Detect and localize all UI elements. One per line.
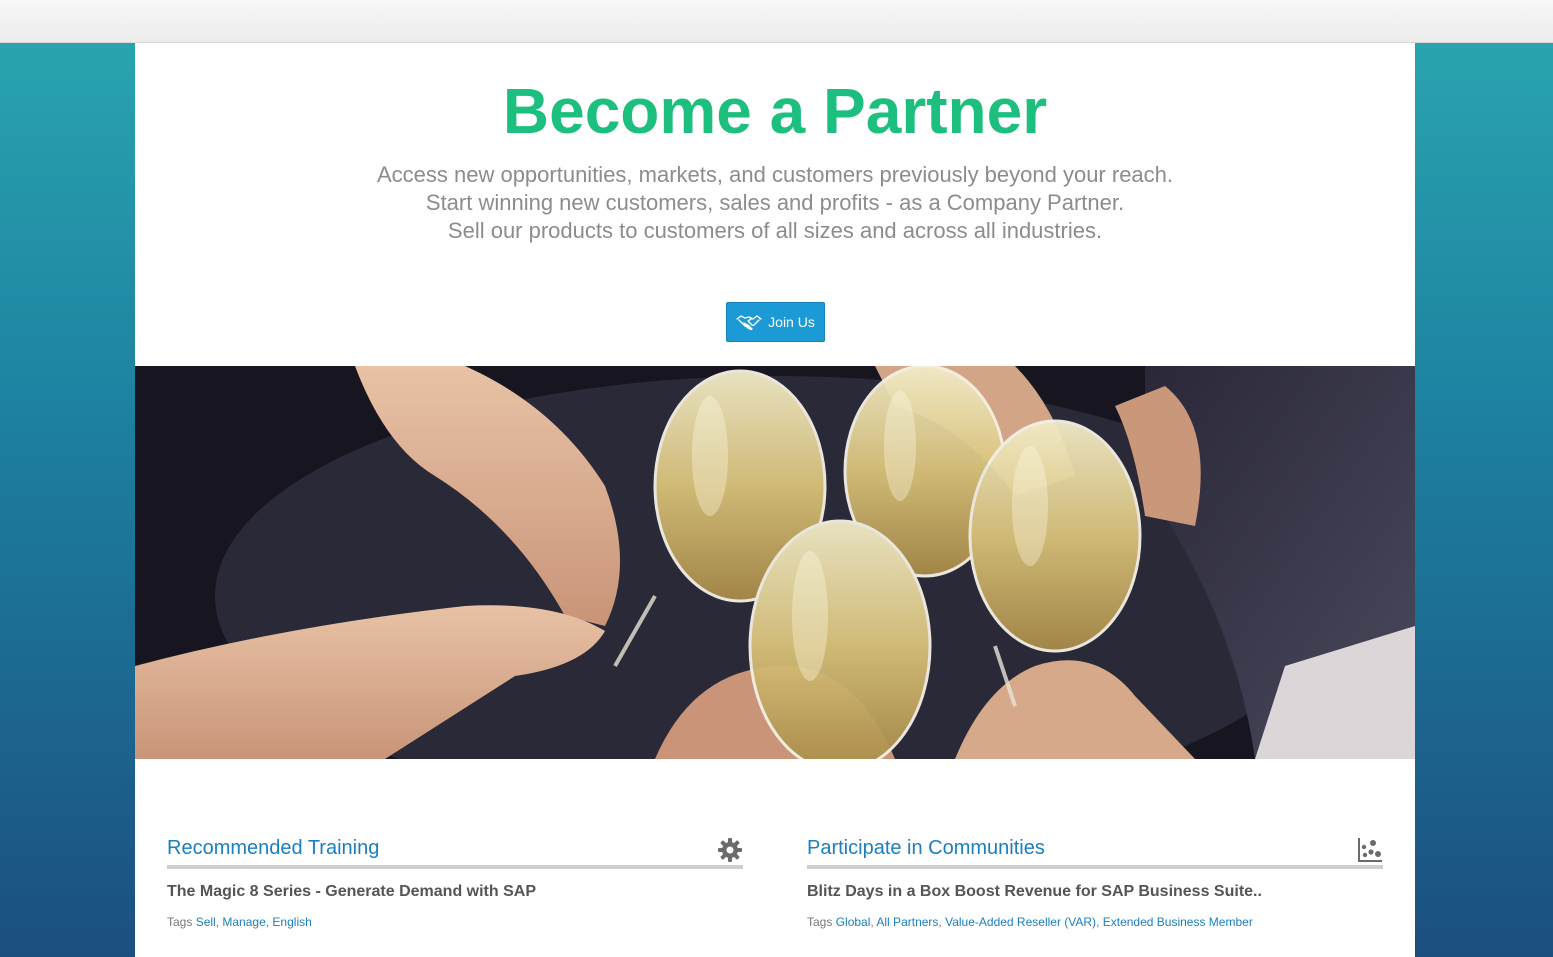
tags-label: Tags: [167, 915, 196, 929]
community-item-tags: Tags Global, All Partners, Value-Added R…: [807, 915, 1253, 929]
hero-description: Access new opportunities, markets, and c…: [135, 161, 1415, 245]
communities-section: Participate in Communities Blitz Days in…: [807, 827, 1383, 929]
tag-link[interactable]: Manage: [222, 915, 265, 929]
hero-line: Start winning new customers, sales and p…: [425, 190, 1125, 215]
recommended-training-section: Recommended Training The Magic 8 Series …: [167, 827, 743, 929]
page-title: Become a Partner: [502, 75, 1048, 147]
browser-top-bar: [0, 0, 1553, 43]
training-item-title[interactable]: The Magic 8 Series - Generate Demand wit…: [167, 883, 743, 901]
join-us-label: Join Us: [768, 314, 815, 330]
training-item-tags: Tags Sell, Manage, English: [167, 915, 312, 929]
tag-link[interactable]: Global: [836, 915, 871, 929]
tag-link[interactable]: English: [272, 915, 311, 929]
section-header: Recommended Training: [167, 827, 743, 869]
page-content: Become a Partner Access new opportunitie…: [135, 43, 1415, 957]
tag-link[interactable]: Extended Business Member: [1103, 915, 1253, 929]
tag-link[interactable]: All Partners: [876, 915, 938, 929]
hero-line: Sell our products to customers of all si…: [447, 218, 1103, 243]
hero-line: Access new opportunities, markets, and c…: [376, 162, 1174, 187]
community-item-title[interactable]: Blitz Days in a Box Boost Revenue for SA…: [807, 883, 1383, 901]
champagne-toast-photo: [135, 366, 1415, 759]
community-chart-icon[interactable]: [1357, 837, 1383, 863]
join-us-button[interactable]: Join Us: [726, 302, 825, 342]
section-title[interactable]: Recommended Training: [167, 837, 379, 860]
section-title[interactable]: Participate in Communities: [807, 837, 1045, 860]
tags-label: Tags: [807, 915, 836, 929]
gear-icon[interactable]: [717, 837, 743, 863]
handshake-icon: [736, 313, 762, 331]
tag-link[interactable]: Sell: [196, 915, 216, 929]
section-header: Participate in Communities: [807, 827, 1383, 869]
tag-link[interactable]: Value-Added Reseller (VAR): [945, 915, 1096, 929]
